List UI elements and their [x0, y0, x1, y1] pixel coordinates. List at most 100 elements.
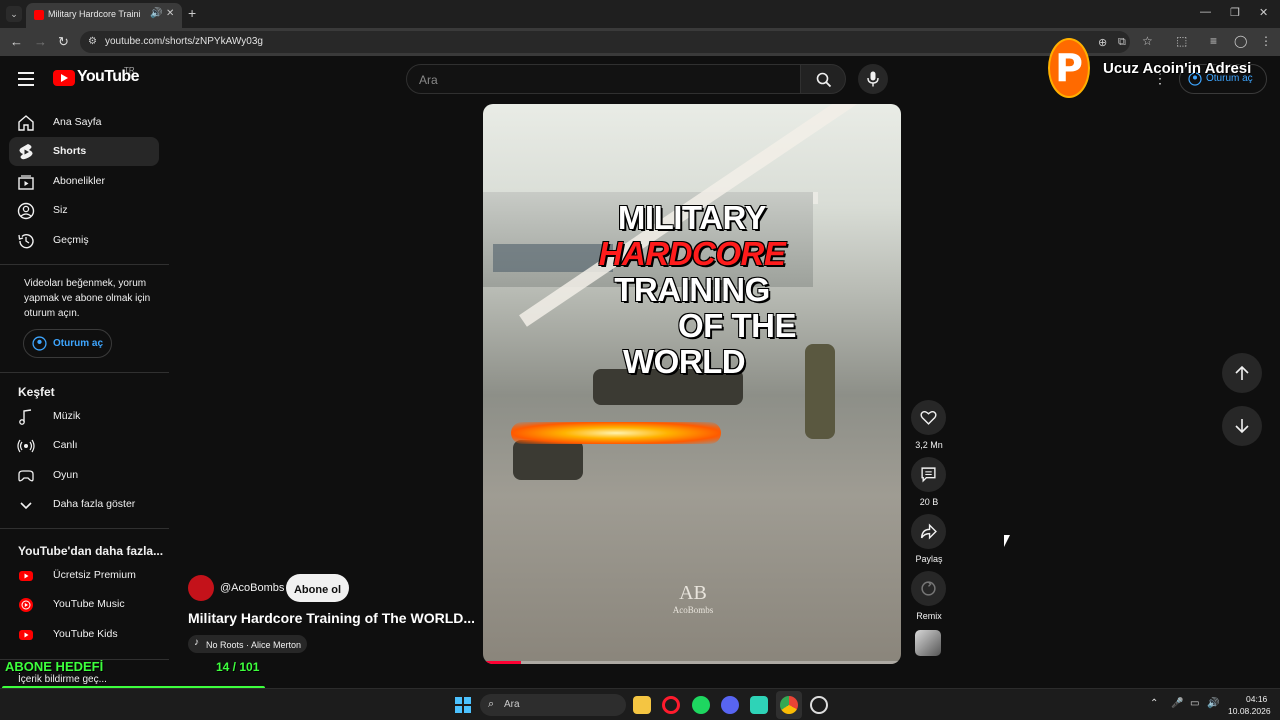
discord-icon[interactable] — [721, 696, 739, 714]
microphone-tray-icon[interactable]: 🎤 — [1171, 698, 1183, 709]
sidebar-item-explore-oyun[interactable]: Oyun — [9, 461, 159, 490]
taskbar-search-label: Ara — [504, 699, 520, 710]
sidebar-item-main-siz[interactable]: Siz — [9, 196, 159, 225]
sidebar-item-main-abonelikler[interactable]: Abonelikler — [9, 167, 159, 196]
restore-icon[interactable]: ❐ — [1230, 6, 1240, 19]
youtube-logo-icon[interactable] — [53, 70, 75, 86]
live-icon — [17, 440, 35, 453]
signin-prompt: Videoları beğenmek, yorum yapmak ve abon… — [24, 278, 151, 319]
file-explorer-icon[interactable] — [633, 696, 651, 714]
gaming-icon — [18, 470, 34, 482]
short-video-player[interactable]: MILITARY HARDCORE TRAINING OF THE WORLD … — [483, 104, 901, 664]
video-scene-soldier-crawling — [513, 440, 583, 480]
video-progress-bar[interactable] — [483, 661, 901, 664]
close-tab-icon[interactable]: ✕ — [166, 8, 174, 19]
minimize-icon[interactable]: — — [1200, 6, 1211, 18]
install-app-icon[interactable]: ⧉ — [1118, 36, 1126, 49]
overlay-line: WORLD — [623, 343, 746, 380]
sound-thumbnail[interactable] — [915, 630, 941, 656]
sidebar-divider — [0, 528, 169, 529]
profile-icon[interactable]: ◯ — [1234, 34, 1247, 48]
site-info-icon[interactable]: ⚙ — [88, 36, 97, 47]
sidebar-item-explore-canl[interactable]: Canlı — [9, 431, 159, 460]
omnibox[interactable]: ⚙ youtube.com/shorts/zNPYkAWy03g ⊕ ⧉ — [80, 31, 1130, 53]
search-input[interactable] — [419, 71, 779, 89]
comments-button[interactable] — [911, 457, 946, 492]
channel-avatar[interactable] — [188, 575, 214, 601]
sidebar-item-more-youtube-kids[interactable]: YouTube Kids — [9, 620, 159, 649]
youtube-favicon-icon — [34, 10, 44, 20]
next-short-button[interactable] — [1222, 406, 1262, 446]
bookmark-star-icon[interactable]: ☆ — [1142, 34, 1153, 48]
sidebar-item-main-shorts[interactable]: Shorts — [9, 137, 159, 167]
sidebar-item-more-cretsiz-premium[interactable]: Ücretsiz Premium — [9, 561, 159, 590]
speaker-icon[interactable]: 🔊 — [150, 8, 162, 19]
app-icon[interactable] — [750, 696, 768, 714]
you-icon — [17, 202, 35, 220]
sidebar-item-explore-daha-fazla-g-ster[interactable]: Daha fazla göster — [9, 490, 159, 519]
explore-heading: Keşfet — [18, 385, 55, 399]
voice-search-button[interactable] — [858, 64, 888, 94]
windows-start-icon[interactable] — [455, 697, 471, 713]
clock-time[interactable]: 04:16 — [1246, 694, 1267, 704]
shorts-icon — [19, 144, 33, 160]
previous-short-button[interactable] — [1222, 353, 1262, 393]
sidebar-item-label: Ücretsiz Premium — [53, 569, 136, 581]
extensions-icon[interactable]: ⬚ — [1176, 34, 1187, 48]
spotify-icon[interactable] — [692, 696, 710, 714]
tab-search-button[interactable]: ⌄ — [6, 6, 22, 22]
sidebar-item-label: Canlı — [53, 439, 78, 452]
music-chip[interactable]: ♪ No Roots · Alice Merton — [188, 635, 308, 653]
browser-tab-bar: ⌄ Military Hardcore Training o 🔊 ✕ + — ❐… — [0, 0, 1280, 28]
sidebar-item-label: Geçmiş — [53, 233, 89, 246]
network-icon[interactable]: ▭ — [1190, 698, 1199, 709]
sidebar-signin-button[interactable]: Oturum aç — [23, 329, 112, 358]
new-tab-button[interactable]: + — [188, 5, 196, 21]
search-box[interactable] — [406, 64, 801, 94]
sidebar-item-label: YouTube Music — [53, 598, 125, 611]
comment-count: 20 B — [919, 497, 939, 507]
browser-menu-icon[interactable]: ⋮ — [1260, 34, 1272, 48]
forward-icon[interactable]: → — [34, 34, 47, 50]
reload-icon[interactable]: ↻ — [58, 34, 69, 50]
search-icon: ⌕ — [488, 698, 495, 710]
sidebar-item-main-ge-mi[interactable]: Geçmiş — [9, 226, 159, 255]
back-icon[interactable]: ← — [10, 34, 23, 50]
browser-tab[interactable]: Military Hardcore Training o 🔊 ✕ — [26, 3, 182, 28]
sidebar-divider — [0, 372, 169, 373]
remix-button[interactable] — [911, 571, 946, 606]
search-button[interactable] — [800, 64, 846, 94]
subscribe-label: Abone ol — [293, 583, 342, 596]
media-control-icon[interactable]: ≡ — [1210, 34, 1217, 48]
music-label: No Roots · Alice Merton — [206, 640, 302, 650]
sidebar-item-main-ana-sayfa[interactable]: Ana Sayfa — [9, 108, 159, 137]
sidebar-item-explore-m-zik[interactable]: Müzik — [9, 402, 159, 431]
sidebar-item-more-youtube-music[interactable]: YouTube Music — [9, 590, 159, 619]
sidebar-item-label: Siz — [53, 204, 68, 217]
video-overlay-title: MILITARY HARDCORE TRAINING OF THE WORLD — [483, 200, 901, 380]
subscriber-goal-label: ABONE HEDEFİ — [5, 659, 104, 674]
arrow-up-icon — [1235, 365, 1249, 380]
chevron-down-icon — [20, 502, 32, 510]
address-bar-row: ← → ↻ ⚙ youtube.com/shorts/zNPYkAWy03g ⊕… — [0, 28, 1280, 56]
opera-icon[interactable] — [662, 696, 680, 714]
guide-menu-icon[interactable] — [18, 72, 34, 86]
like-button[interactable] — [911, 400, 946, 435]
account-icon — [32, 336, 47, 351]
url-text[interactable]: youtube.com/shorts/zNPYkAWy03g — [105, 36, 263, 47]
subscribe-button[interactable]: Abone ol — [286, 574, 349, 602]
channel-name[interactable]: @AcoBombs — [220, 582, 284, 594]
chrome-icon[interactable] — [780, 696, 798, 714]
sidebar-item-feedback[interactable]: İçerik bildirme geç... — [18, 674, 107, 685]
short-title[interactable]: Military Hardcore Training of The WORLD.… — [188, 610, 474, 626]
microphone-icon — [867, 71, 879, 87]
settings-gear-icon[interactable] — [810, 696, 828, 714]
close-window-icon[interactable]: ✕ — [1259, 6, 1268, 19]
history-icon — [18, 233, 34, 248]
taskbar-search[interactable]: ⌕ Ara — [480, 694, 626, 716]
clock-date[interactable]: 10.08.2026 — [1228, 706, 1271, 716]
zoom-icon[interactable]: ⊕ — [1098, 36, 1107, 49]
volume-icon[interactable]: 🔊 — [1207, 698, 1219, 709]
chevron-up-icon[interactable]: ⌃ — [1150, 698, 1158, 709]
share-button[interactable] — [911, 514, 946, 549]
